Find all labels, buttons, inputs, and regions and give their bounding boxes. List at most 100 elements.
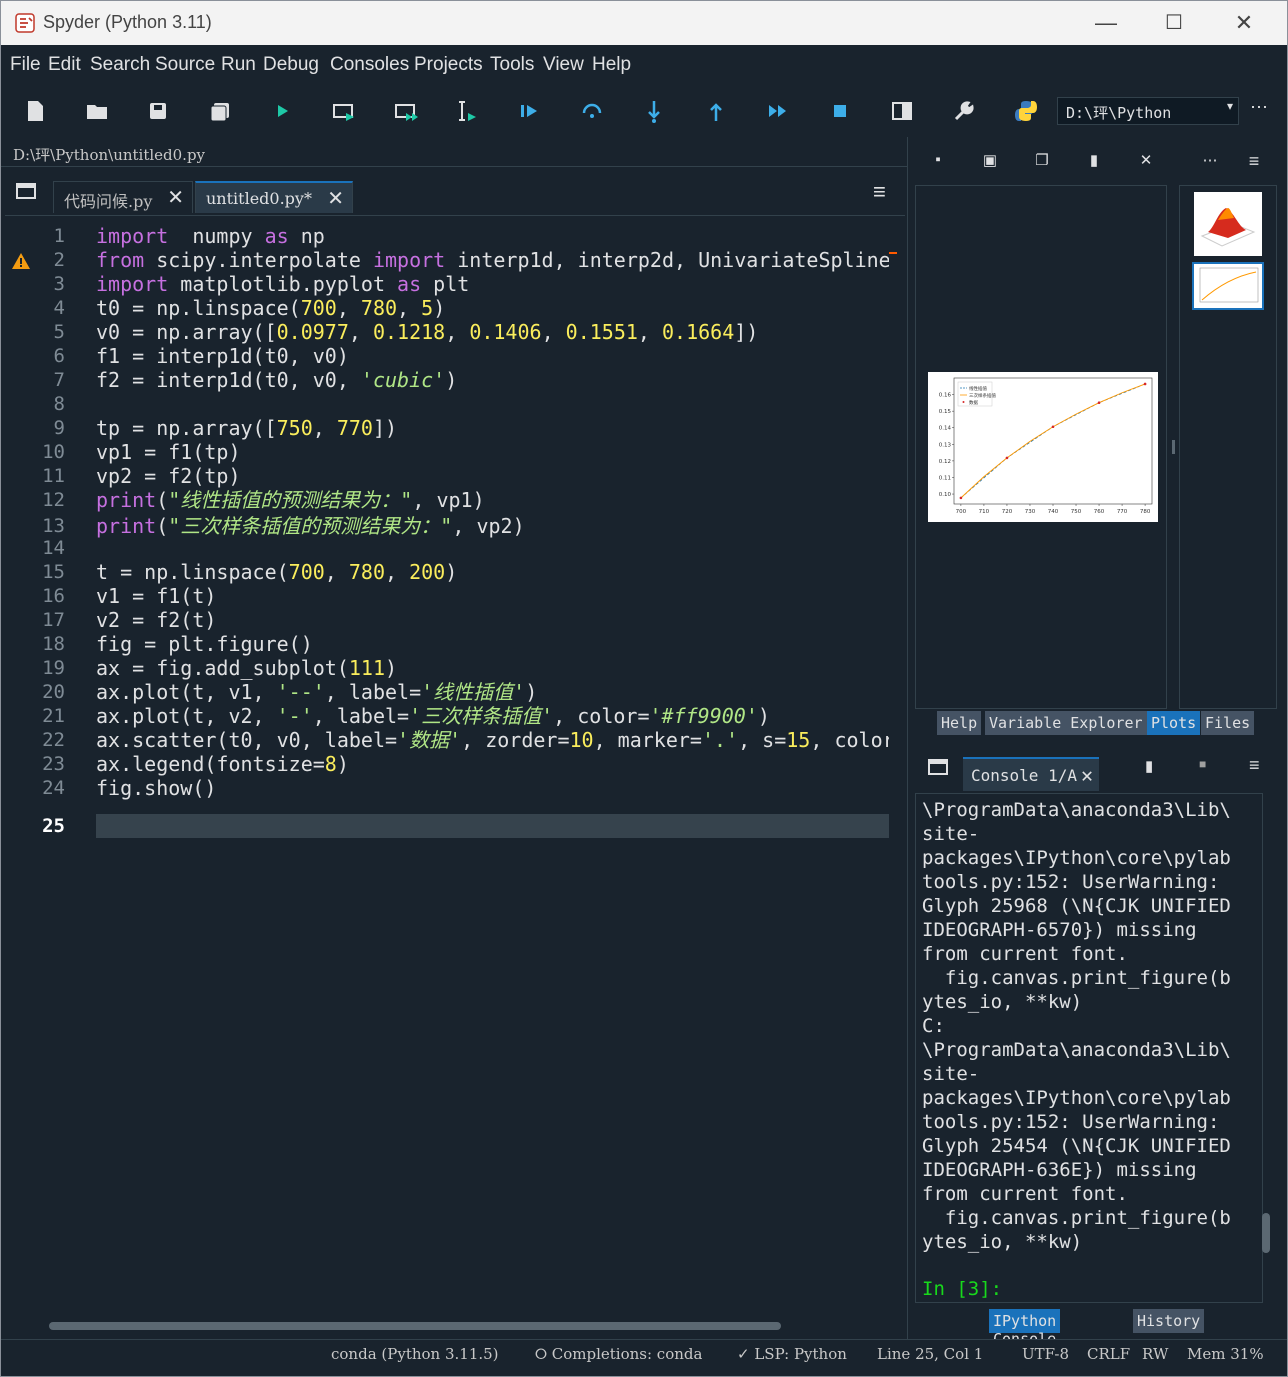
thumbnail-line-plot[interactable] <box>1192 262 1264 310</box>
code-line[interactable]: fig = plt.figure() <box>96 632 313 656</box>
console-prompt[interactable]: In [3]: <box>922 1278 1002 1300</box>
scrollbar-thumb[interactable] <box>1262 1213 1270 1253</box>
tab-variable-explorer[interactable]: Variable Explorer <box>985 711 1148 735</box>
code-line[interactable]: v2 = f2(t) <box>96 608 216 632</box>
maximize-pane-icon[interactable] <box>888 97 916 125</box>
tab-console-1a[interactable]: Console 1/A ✕ <box>963 757 1099 791</box>
minimize-button[interactable]: — <box>1081 7 1131 39</box>
code-line[interactable]: fig.show() <box>96 776 216 800</box>
ipython-console[interactable]: \ProgramData\anaconda3\Lib\ site- packag… <box>915 793 1263 1303</box>
tab-ipython-console[interactable]: IPython Console <box>989 1309 1062 1348</box>
close-button[interactable]: ✕ <box>1219 7 1269 39</box>
console-menu-icon[interactable]: ≡ <box>1249 755 1260 776</box>
maximize-button[interactable]: ☐ <box>1149 7 1199 39</box>
menu-consoles[interactable]: Consoles <box>330 54 409 76</box>
thumbnail-3d-surface[interactable] <box>1192 190 1264 258</box>
main-toolbar: D:\玶\Python ▾ ⋯ <box>1 85 1287 137</box>
code-line[interactable]: ax.scatter(t0, v0, label='数据', zorder=10… <box>96 728 889 752</box>
tab-plots[interactable]: Plots <box>1147 711 1202 735</box>
save-plot-icon[interactable]: ▪ <box>927 151 949 171</box>
step-into-icon[interactable] <box>640 97 668 125</box>
menu-run[interactable]: Run <box>221 54 256 76</box>
tab-history[interactable]: History <box>1133 1309 1206 1333</box>
menu-source[interactable]: Source <box>155 54 215 76</box>
browse-tabs-icon[interactable] <box>15 181 37 201</box>
remove-plot-icon[interactable]: ▮ <box>1083 151 1105 171</box>
browse-consoles-icon[interactable] <box>927 757 949 777</box>
chevron-down-icon[interactable]: ▾ <box>1227 99 1233 113</box>
save-icon[interactable] <box>144 97 172 125</box>
tab-daima[interactable]: 代码问候.py ✕ <box>53 181 193 213</box>
working-directory-combobox[interactable]: D:\玶\Python <box>1057 97 1239 125</box>
copy-plot-icon[interactable]: ❐ <box>1031 151 1053 171</box>
menu-projects[interactable]: Projects <box>414 54 483 76</box>
code-line[interactable]: t = np.linspace(700, 780, 200) <box>96 560 457 584</box>
toolbar-more-icon[interactable]: ⋯ <box>1250 97 1268 118</box>
line-number: 8 <box>53 393 65 415</box>
surface-plot-thumbnail-icon <box>1200 208 1256 247</box>
save-all-icon[interactable] <box>206 97 234 125</box>
code-line[interactable]: t0 = np.linspace(700, 780, 5) <box>96 296 445 320</box>
menu-help[interactable]: Help <box>592 54 631 76</box>
code-line[interactable]: ax = fig.add_subplot(111) <box>96 656 397 680</box>
new-file-icon[interactable] <box>21 97 49 125</box>
title-bar: Spyder (Python 3.11) — ☐ ✕ <box>1 1 1287 45</box>
code-line[interactable]: f2 = interp1d(t0, v0, 'cubic') <box>96 368 457 392</box>
code-line[interactable]: f1 = interp1d(t0, v0) <box>96 344 349 368</box>
plots-menu-icon[interactable]: ≡ <box>1243 151 1265 171</box>
menu-edit[interactable]: Edit <box>48 54 81 76</box>
menu-search[interactable]: Search <box>90 54 150 76</box>
editor-horizontal-scrollbar[interactable] <box>11 1319 895 1333</box>
debug-icon[interactable] <box>516 97 544 125</box>
warning-icon[interactable] <box>11 252 31 270</box>
code-line[interactable]: vp1 = f1(tp) <box>96 440 241 464</box>
remove-variables-icon[interactable]: ▮ <box>1145 757 1153 775</box>
thumbnail-splitter-handle[interactable] <box>1172 440 1175 454</box>
menu-view[interactable]: View <box>543 54 584 76</box>
interrupt-kernel-icon[interactable]: ■ <box>1199 757 1206 771</box>
stop-debug-icon[interactable] <box>826 97 854 125</box>
continue-icon[interactable] <box>764 97 792 125</box>
plots-more-icon[interactable]: ⋯ <box>1199 151 1221 171</box>
tab-files[interactable]: Files <box>1201 711 1256 735</box>
menu-file[interactable]: File <box>10 54 41 76</box>
code-line[interactable]: v0 = np.array([0.0977, 0.1218, 0.1406, 0… <box>96 320 758 344</box>
run-cell-advance-icon[interactable] <box>392 97 420 125</box>
menu-tools[interactable]: Tools <box>490 54 534 76</box>
preferences-icon[interactable] <box>950 97 978 125</box>
code-line[interactable]: print("线性插值的预测结果为：", vp1) <box>96 488 485 512</box>
close-tab-icon[interactable]: ✕ <box>167 185 184 209</box>
remove-all-plots-icon[interactable]: ✕ <box>1135 151 1157 171</box>
python-path-icon[interactable] <box>1012 97 1040 125</box>
code-editor[interactable]: 1 2 3 4 5 6 7 8 9 10 11 12 13 14 15 16 17 18 19 20 21 22 23 24 2… <box>5 215 905 1320</box>
open-file-icon[interactable] <box>83 97 111 125</box>
code-line[interactable]: import numpy as np <box>96 224 325 248</box>
step-out-icon[interactable] <box>702 97 730 125</box>
close-console-icon[interactable]: ✕ <box>1081 763 1093 787</box>
code-line[interactable]: v1 = f1(t) <box>96 584 216 608</box>
plot-viewer[interactable]: 700 710 720 730 740 750 760 770 780 0.10 0.11 0.12 0… <box>915 185 1167 709</box>
tab-label: 代码问候.py <box>64 192 153 211</box>
code-line[interactable]: ax.plot(t, v2, '-', label='三次样条插值', colo… <box>96 704 770 728</box>
code-line[interactable]: import matplotlib.pyplot as plt <box>96 272 469 296</box>
code-line[interactable]: ax.plot(t, v1, '--', label='线性插值') <box>96 680 537 704</box>
run-cell-icon[interactable] <box>330 97 358 125</box>
code-line[interactable]: tp = np.array([750, 770]) <box>96 416 397 440</box>
code-area[interactable]: import numpy as np from scipy.interpolate… <box>96 216 889 1320</box>
save-all-plots-icon[interactable]: ▣ <box>979 151 1001 171</box>
editor-options-menu-icon[interactable]: ≡ <box>873 179 886 205</box>
step-over-icon[interactable] <box>578 97 606 125</box>
run-icon[interactable] <box>268 97 296 125</box>
code-line[interactable]: print("三次样条插值的预测结果为：", vp2) <box>96 514 525 538</box>
code-line[interactable]: vp2 = f2(tp) <box>96 464 241 488</box>
close-tab-icon[interactable]: ✕ <box>327 186 344 210</box>
tab-help[interactable]: Help <box>937 711 983 735</box>
scrollbar-thumb[interactable] <box>49 1322 781 1330</box>
console-scrollbar[interactable] <box>1259 793 1273 1303</box>
menu-debug[interactable]: Debug <box>263 54 319 76</box>
tab-untitled0[interactable]: untitled0.py* ✕ <box>195 181 353 213</box>
code-token: vp2 = f2(tp) <box>96 464 241 488</box>
run-selection-icon[interactable] <box>454 97 482 125</box>
code-line[interactable]: from scipy.interpolate import interp1d, … <box>96 248 889 272</box>
code-line[interactable]: ax.legend(fontsize=8) <box>96 752 349 776</box>
